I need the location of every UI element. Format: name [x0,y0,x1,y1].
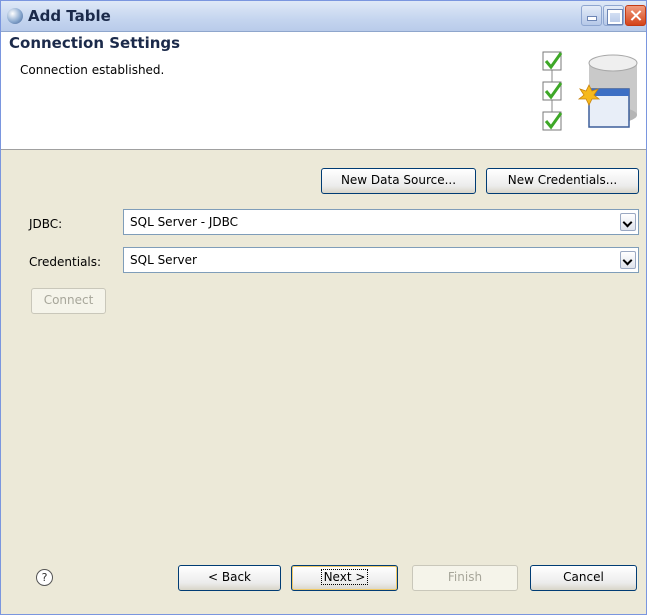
chevron-down-icon[interactable] [620,213,636,231]
window-title: Add Table [28,7,111,25]
add-table-dialog: Add Table Connection Settings Connection… [0,0,647,615]
minimize-button[interactable] [581,5,602,26]
new-credentials-button[interactable]: New Credentials... [486,168,639,194]
back-button[interactable]: < Back [178,565,281,591]
finish-button[interactable]: Finish [412,565,518,591]
close-button[interactable] [625,5,646,26]
jdbc-value: SQL Server - JDBC [130,215,239,229]
credentials-value: SQL Server [130,253,197,267]
next-button[interactable]: Next > [291,565,398,591]
page-title: Connection Settings [9,34,181,52]
database-checklist-icon [542,51,638,131]
app-icon [7,8,23,24]
chevron-down-icon[interactable] [620,251,636,269]
new-data-source-button[interactable]: New Data Source... [321,168,476,194]
status-message: Connection established. [20,63,165,77]
help-icon[interactable]: ? [36,569,53,586]
maximize-button[interactable] [603,5,624,26]
jdbc-label: JDBC: [29,217,63,231]
title-bar[interactable]: Add Table [1,1,646,32]
credentials-select[interactable]: SQL Server [123,247,639,273]
checklist-icon [542,51,563,131]
database-icon [577,54,638,128]
credentials-label: Credentials: [29,255,102,269]
cancel-button[interactable]: Cancel [530,565,637,591]
jdbc-select[interactable]: SQL Server - JDBC [123,209,639,235]
connect-button[interactable]: Connect [31,288,106,314]
